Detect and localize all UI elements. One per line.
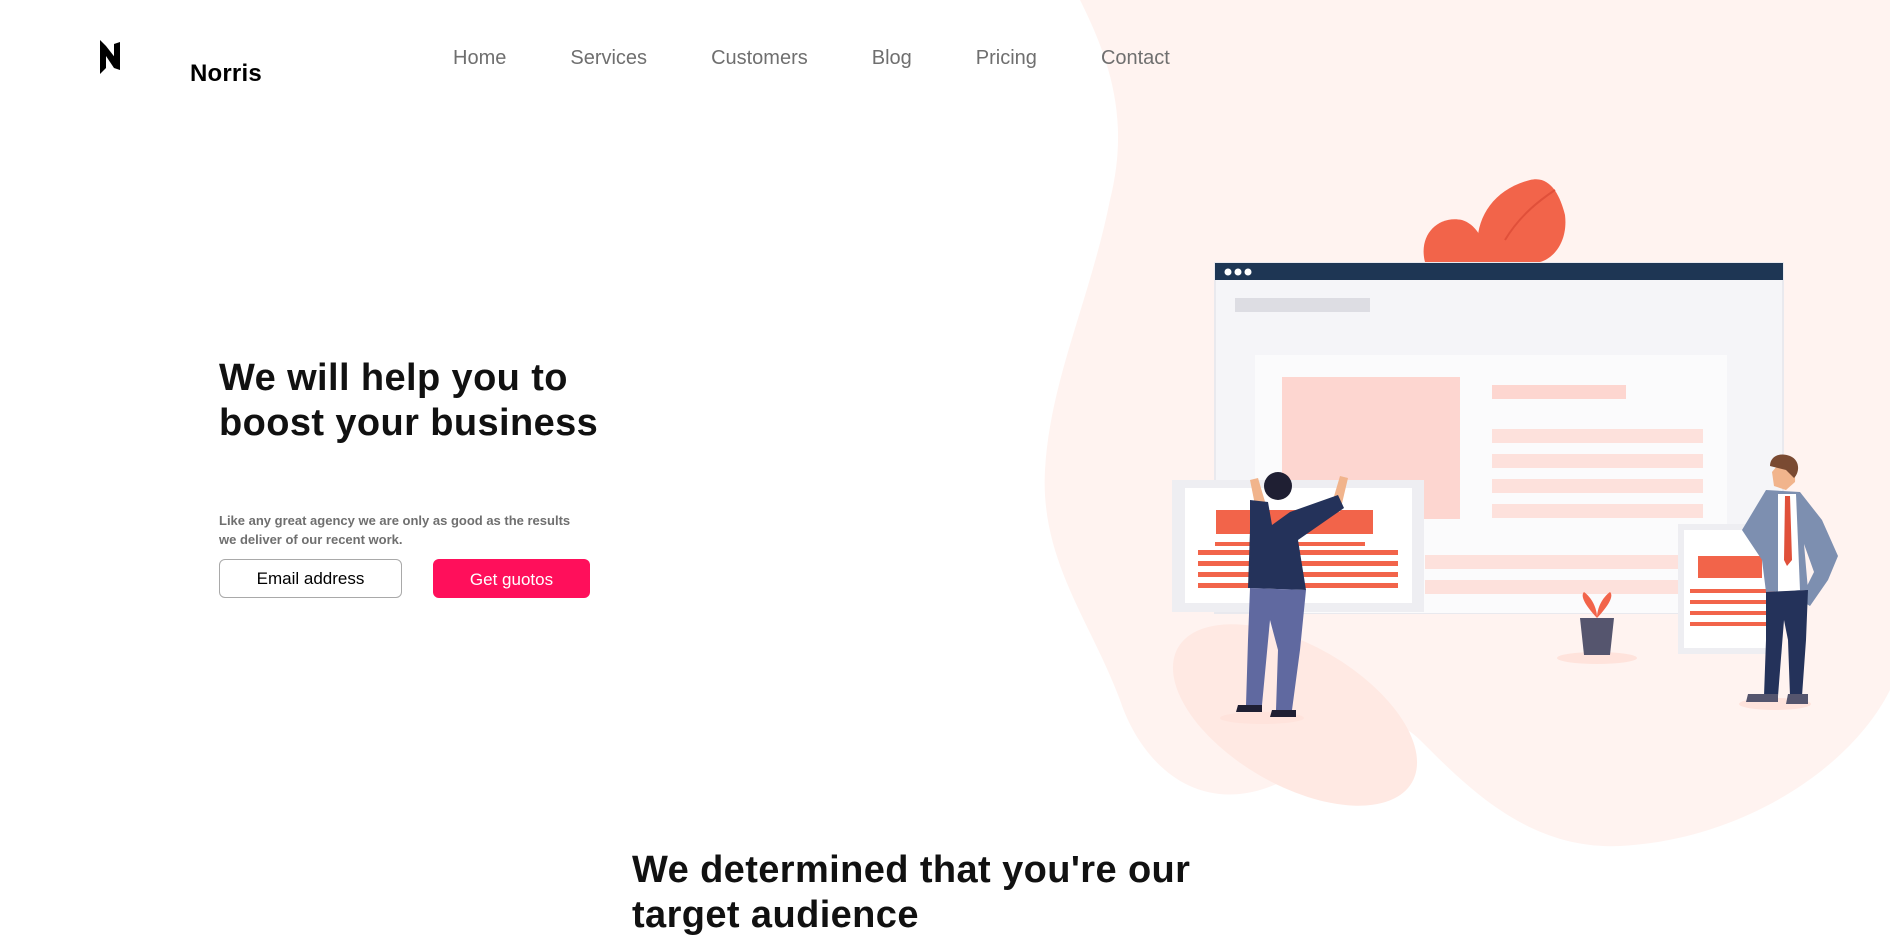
get-quotes-button[interactable]: Get guotos <box>433 559 590 598</box>
hero-subtitle: Like any great agency we are only as goo… <box>219 513 571 547</box>
main-nav: Home Services Customers Blog Pricing Con… <box>453 46 1170 70</box>
brand-name[interactable]: Norris <box>190 60 262 88</box>
nav-item-home[interactable]: Home <box>453 46 506 70</box>
hero-title: We will help you to boost your business <box>219 357 599 444</box>
nav-item-pricing[interactable]: Pricing <box>976 46 1037 70</box>
nav-item-contact[interactable]: Contact <box>1101 46 1170 70</box>
email-input[interactable]: Email address <box>219 559 402 598</box>
nav-item-blog[interactable]: Blog <box>872 46 912 70</box>
nav-item-customers[interactable]: Customers <box>711 46 808 70</box>
hero-illustration <box>1044 0 1890 847</box>
audience-section-title: We determined that you're our target aud… <box>632 849 1191 936</box>
n-logo-icon[interactable] <box>98 40 122 76</box>
landing-page: Norris Home Services Customers Blog Pric… <box>0 0 1890 944</box>
nav-item-services[interactable]: Services <box>570 46 647 70</box>
